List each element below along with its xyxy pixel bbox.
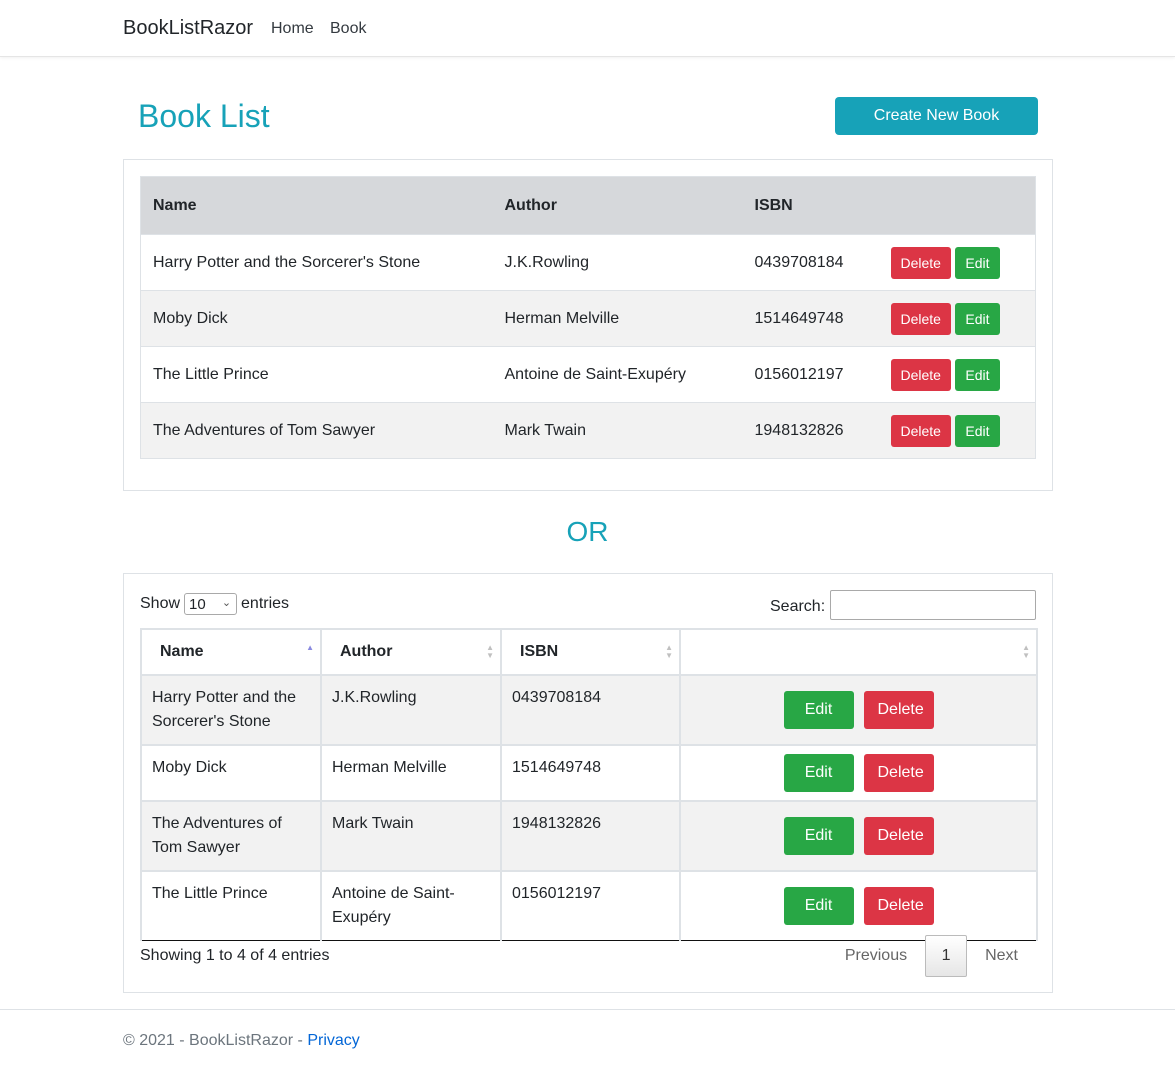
navbar: BookListRazor Home Book (0, 0, 1175, 57)
book-actions-cell: Edit Delete (679, 744, 1038, 802)
book-author-cell: Mark Twain (320, 800, 502, 872)
book-isbn-cell: 1948132826 (500, 800, 681, 872)
footer-text: © 2021 - BookListRazor - Privacy (123, 1032, 360, 1050)
create-new-book-button[interactable]: Create New Book (835, 97, 1038, 135)
datatable-info: Showing 1 to 4 of 4 entries (140, 947, 330, 964)
edit-button[interactable]: Edit (783, 887, 854, 925)
book-name-cell: Harry Potter and the Sorcerer's Stone (140, 234, 493, 291)
sort-both-icon: ▲ ▼ (665, 643, 673, 660)
search-label: Search: (770, 598, 826, 615)
edit-button[interactable]: Edit (955, 246, 1000, 279)
book-actions-cell: Edit Delete (679, 800, 1038, 872)
book-actions-cell: Delete Edit (878, 402, 1036, 459)
book-isbn-cell: 0156012197 (500, 870, 681, 941)
book-actions-cell: Delete Edit (878, 290, 1036, 347)
book-table: Name Author ISBN Harry Potter and the So… (140, 176, 1036, 459)
book-isbn-cell: 0439708184 (742, 234, 879, 291)
book-author-cell: Herman Melville (320, 744, 502, 802)
sort-header-isbn[interactable]: ISBN ▲ ▼ (500, 628, 681, 676)
previous-page-button[interactable]: Previous (827, 936, 925, 976)
book-actions-cell: Edit Delete (679, 870, 1038, 941)
page-length-select[interactable]: 10 ⌄ (184, 593, 238, 615)
book-isbn-cell: 0156012197 (742, 346, 879, 403)
edit-button[interactable]: Edit (955, 358, 1000, 391)
copyright-text: © 2021 - BookListRazor - (123, 1032, 308, 1049)
column-header-actions (878, 176, 1036, 235)
delete-button[interactable]: Delete (890, 302, 951, 335)
table-row: The Adventures of Tom Sawyer Mark Twain 19… (140, 402, 1036, 459)
delete-button[interactable]: Delete (863, 887, 934, 925)
next-page-button[interactable]: Next (967, 936, 1036, 976)
table-row: The Little Prince Antoine de Saint-Exupér… (140, 346, 1036, 403)
column-header-name: Name (140, 176, 493, 235)
book-isbn-cell: 1948132826 (742, 402, 879, 459)
page-title: Book List (138, 98, 270, 134)
book-actions-cell: Delete Edit (878, 346, 1036, 403)
edit-button[interactable]: Edit (955, 414, 1000, 447)
entries-label: entries (241, 595, 290, 612)
book-isbn-cell: 1514649748 (500, 744, 681, 802)
book-list-panel: Name Author ISBN Harry Potter and the So… (123, 159, 1053, 491)
book-name-cell: Harry Potter and the Sorcerer's Stone (140, 674, 322, 746)
edit-button[interactable]: Edit (955, 302, 1000, 335)
nav-book-link[interactable]: Book (330, 20, 366, 38)
table-row: Moby Dick Herman Melville 1514649748 Delete… (140, 290, 1036, 347)
book-name-cell: The Adventures of Tom Sawyer (140, 800, 322, 872)
edit-button[interactable]: Edit (783, 691, 854, 729)
sort-header-name-label: Name (160, 643, 204, 660)
sort-header-name[interactable]: Name ▲▼ (140, 628, 322, 676)
current-page-button[interactable]: 1 (925, 935, 968, 977)
table-row: The Little Prince Antoine de Saint-Exupér… (140, 870, 1038, 941)
table-row: Harry Potter and the Sorcerer's Stone J.K… (140, 234, 1036, 291)
book-name-cell: Moby Dick (140, 744, 322, 802)
book-name-cell: The Adventures of Tom Sawyer (140, 402, 493, 459)
delete-button[interactable]: Delete (863, 754, 934, 792)
sort-ascending-icon: ▲▼ (306, 643, 314, 652)
privacy-link[interactable]: Privacy (307, 1032, 359, 1049)
edit-button[interactable]: Edit (783, 817, 854, 855)
datatable-panel: Show 10 ⌄ entries Search: Name ▲▼ Author… (123, 573, 1053, 993)
book-author-cell: J.K.Rowling (492, 234, 743, 291)
brand-link[interactable]: BookListRazor (123, 17, 253, 40)
sort-header-author-label: Author (340, 643, 393, 660)
book-name-cell: The Little Prince (140, 870, 322, 941)
book-actions-cell: Edit Delete (679, 674, 1038, 746)
sort-header-author[interactable]: Author ▲ ▼ (320, 628, 502, 676)
sort-both-icon: ▲ ▼ (486, 643, 494, 660)
sort-header-actions[interactable]: ▲ ▼ (679, 628, 1038, 676)
book-author-cell: Mark Twain (492, 402, 743, 459)
book-author-cell: Antoine de Saint-Exupéry (492, 346, 743, 403)
column-header-isbn: ISBN (742, 176, 879, 235)
sort-both-icon: ▲ ▼ (1022, 643, 1030, 660)
book-isbn-cell: 0439708184 (500, 674, 681, 746)
table-row: Moby Dick Herman Melville 1514649748 Edit De… (140, 744, 1038, 802)
edit-button[interactable]: Edit (783, 754, 854, 792)
delete-button[interactable]: Delete (890, 358, 951, 391)
table-row: The Adventures of Tom Sawyer Mark Twain 19… (140, 800, 1038, 872)
chevron-down-icon: ⌄ (221, 597, 232, 609)
page-length-control: Show 10 ⌄ entries (140, 593, 289, 615)
datatable: Name ▲▼ Author ▲▼ ISBN ▲▼ ▲▼ Harry Potte… (140, 628, 1038, 941)
book-author-cell: Antoine de Saint-Exupéry (320, 870, 502, 941)
footer: © 2021 - BookListRazor - Privacy (0, 1009, 1175, 1069)
sort-header-isbn-label: ISBN (520, 643, 559, 660)
table-row: Harry Potter and the Sorcerer's Stone J.K… (140, 674, 1038, 746)
book-author-cell: Herman Melville (492, 290, 743, 347)
or-separator: OR (566, 516, 609, 547)
delete-button[interactable]: Delete (863, 817, 934, 855)
delete-button[interactable]: Delete (890, 414, 951, 447)
book-name-cell: The Little Prince (140, 346, 493, 403)
page-length-value: 10 (189, 595, 206, 613)
book-name-cell: Moby Dick (140, 290, 493, 347)
nav-home-link[interactable]: Home (271, 20, 314, 38)
delete-button[interactable]: Delete (863, 691, 934, 729)
book-isbn-cell: 1514649748 (742, 290, 879, 347)
pagination: Previous 1 Next (827, 935, 1036, 977)
book-author-cell: J.K.Rowling (320, 674, 502, 746)
column-header-author: Author (492, 176, 743, 235)
search-input[interactable] (830, 590, 1036, 620)
delete-button[interactable]: Delete (890, 246, 951, 279)
show-label: Show (140, 595, 181, 612)
book-actions-cell: Delete Edit (878, 234, 1036, 291)
